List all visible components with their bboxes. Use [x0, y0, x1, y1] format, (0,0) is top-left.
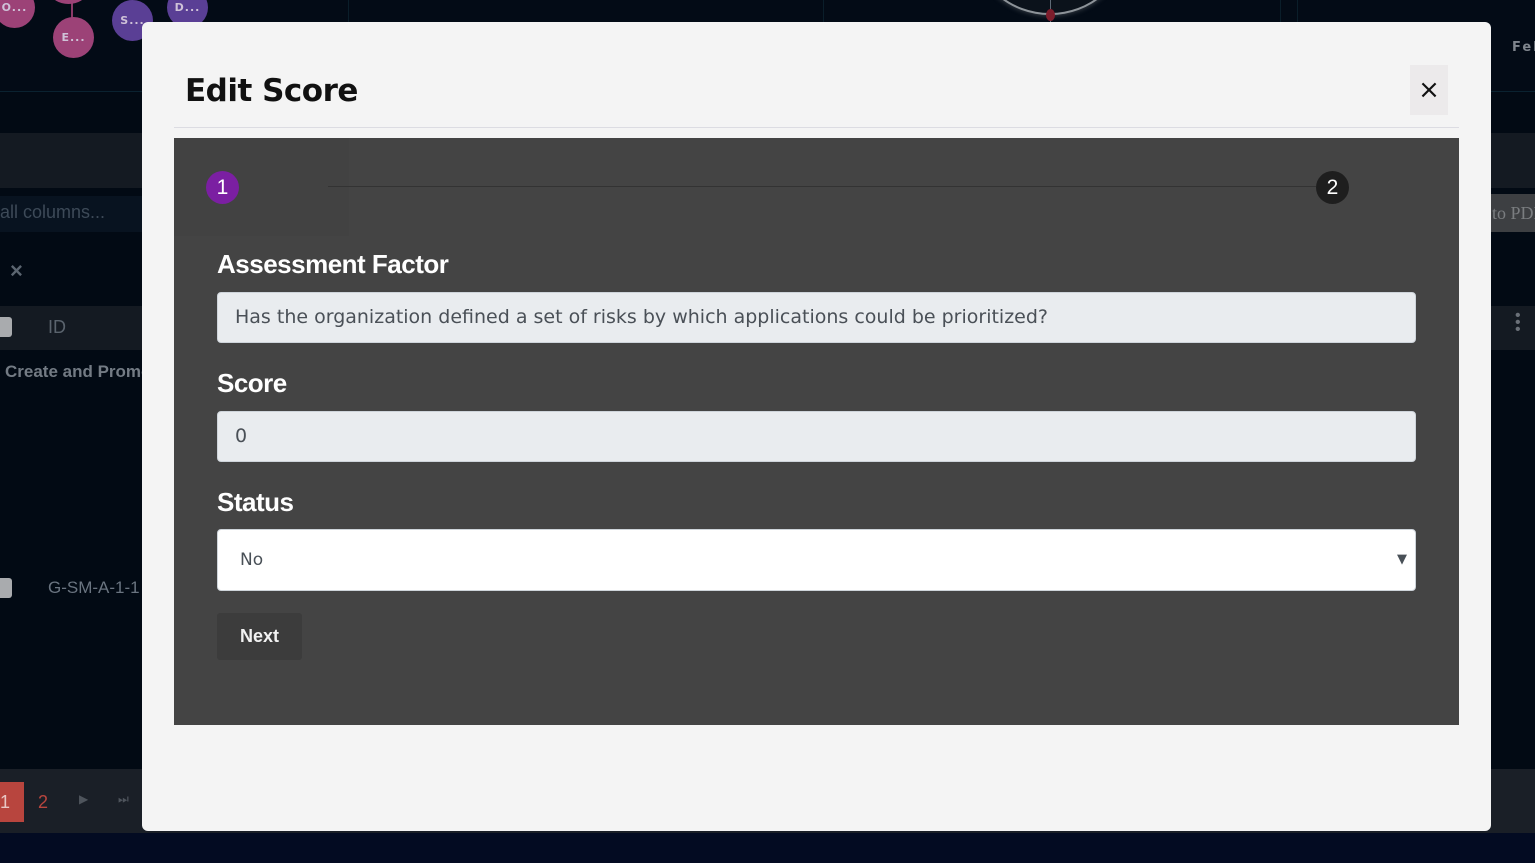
step-2-indicator[interactable]: 2 — [1316, 171, 1349, 204]
assessment-factor-label: Assessment Factor — [217, 249, 449, 279]
page-button[interactable]: 2 — [38, 792, 48, 813]
search-all-columns-input[interactable]: all columns... — [0, 196, 160, 232]
footer-band — [0, 833, 1535, 863]
table-cell-id: G-SM-A-1-1 — [48, 578, 140, 597]
stepper-connector — [328, 186, 1316, 187]
select-all-checkbox[interactable] — [0, 317, 12, 337]
score-label: Score — [217, 368, 287, 398]
page-button-current[interactable]: 1 — [0, 782, 24, 822]
row-checkbox[interactable] — [0, 578, 12, 598]
node-label: S... — [120, 14, 145, 27]
step-1-indicator[interactable]: 1 — [206, 171, 239, 204]
modal-divider — [174, 127, 1459, 128]
wizard-panel: 1 2 Assessment Factor Has the organizati… — [174, 138, 1459, 725]
modal-title: Edit Score — [185, 73, 358, 109]
node-label: O... — [1, 1, 28, 14]
last-page-icon[interactable]: ⏭ — [118, 792, 129, 807]
next-button[interactable]: Next — [217, 613, 302, 660]
score-field[interactable]: 0 — [217, 411, 1416, 462]
status-label: Status — [217, 487, 294, 517]
edit-score-modal: Edit Score × 1 2 Assessment Factor Has t… — [142, 22, 1491, 831]
active-step-area — [174, 138, 349, 236]
status-select[interactable]: No ▼ — [217, 529, 1416, 591]
gauge-marker — [1046, 9, 1055, 21]
close-button[interactable]: × — [1410, 65, 1448, 115]
column-menu-icon[interactable]: • • • — [1515, 308, 1521, 338]
assessment-factor-field[interactable]: Has the organization defined a set of ri… — [217, 292, 1416, 343]
node-label: D... — [174, 1, 201, 14]
status-selected-value: No — [240, 550, 264, 570]
node-label: E... — [61, 31, 86, 44]
chevron-down-icon: ▼ — [1397, 552, 1407, 567]
column-header-id[interactable]: ID — [48, 317, 66, 338]
clear-filter-icon[interactable]: × — [10, 258, 23, 284]
export-pdf-button[interactable]: to PDF — [1490, 194, 1535, 232]
next-page-icon[interactable]: ▶ — [79, 792, 88, 806]
month-label: Feb — [1512, 40, 1535, 55]
close-icon: × — [1418, 75, 1440, 105]
graph-node[interactable]: E... — [53, 17, 94, 58]
